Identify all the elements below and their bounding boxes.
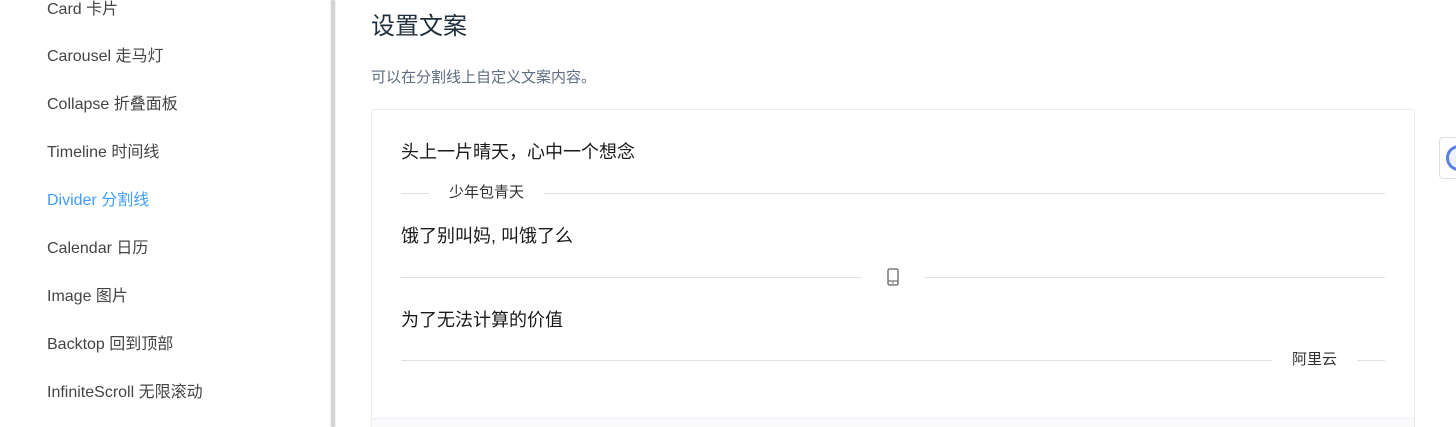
section-description: 可以在分割线上自定义文案内容。 — [371, 69, 597, 86]
sidebar-item-card[interactable]: Card 卡片 — [47, 0, 118, 20]
divider-left-text: 少年包青天 — [401, 182, 1385, 204]
floating-assistant-button[interactable] — [1439, 137, 1456, 179]
sidebar-scrollbar-thumb[interactable] — [331, 0, 335, 427]
demo-block: 头上一片晴天，心中一个想念 少年包青天 饿了别叫妈, 叫饿了么 为了无法计算的价… — [371, 109, 1415, 427]
assistant-icon — [1446, 145, 1456, 171]
divider-text: 阿里云 — [1271, 349, 1357, 371]
sidebar-item-calendar[interactable]: Calendar 日历 — [47, 239, 148, 259]
section-title: 设置文案 — [371, 13, 467, 40]
demo-text-line: 为了无法计算的价值 — [401, 310, 563, 330]
mobile-phone-icon — [861, 266, 925, 288]
sidebar-item-backtop[interactable]: Backtop 回到顶部 — [47, 335, 173, 355]
sidebar: Card 卡片 Carousel 走马灯 Collapse 折叠面板 Timel… — [0, 0, 330, 427]
demo-text-line: 饿了别叫妈, 叫饿了么 — [401, 226, 574, 246]
divider-text: 少年包青天 — [429, 182, 545, 204]
demo-code-toggle[interactable] — [372, 418, 1414, 427]
sidebar-scrollbar[interactable] — [330, 0, 336, 427]
sidebar-item-infinitescroll[interactable]: InfiniteScroll 无限滚动 — [47, 383, 203, 403]
divider-right-text: 阿里云 — [401, 349, 1385, 371]
sidebar-item-divider[interactable]: Divider 分割线 — [47, 191, 149, 211]
demo-text-line: 头上一片晴天，心中一个想念 — [401, 142, 635, 162]
sidebar-item-image[interactable]: Image 图片 — [47, 287, 128, 307]
sidebar-item-carousel[interactable]: Carousel 走马灯 — [47, 47, 163, 67]
sidebar-item-timeline[interactable]: Timeline 时间线 — [47, 143, 159, 163]
divider-center-icon — [401, 266, 1385, 288]
sidebar-item-collapse[interactable]: Collapse 折叠面板 — [47, 95, 178, 115]
